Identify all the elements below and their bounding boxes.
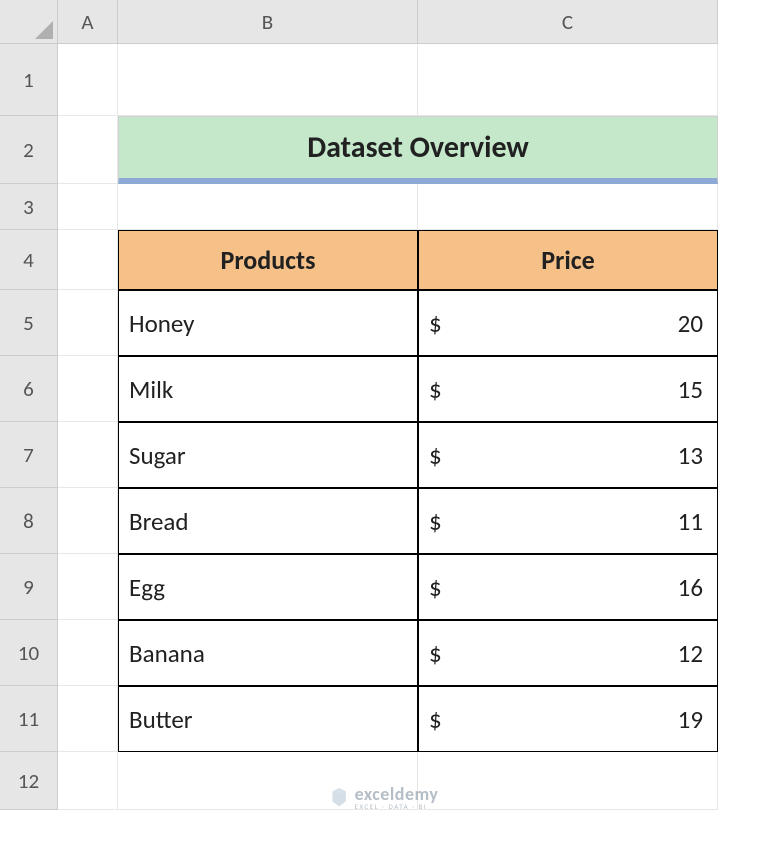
product-cell[interactable]: Butter xyxy=(118,686,418,752)
cell-b1[interactable] xyxy=(118,44,418,116)
select-all-triangle-icon xyxy=(35,21,53,39)
product-cell[interactable]: Egg xyxy=(118,554,418,620)
select-all-corner[interactable] xyxy=(0,0,58,44)
cell-a11[interactable] xyxy=(58,686,118,752)
price-header[interactable]: Price xyxy=(418,230,718,290)
watermark-text: exceldemy EXCEL · DATA · BI xyxy=(355,785,439,810)
cell-b3[interactable] xyxy=(118,184,418,230)
row-header-5[interactable]: 5 xyxy=(0,290,58,356)
row-header-9[interactable]: 9 xyxy=(0,554,58,620)
price-value: 19 xyxy=(678,704,703,735)
products-header[interactable]: Products xyxy=(118,230,418,290)
cell-a1[interactable] xyxy=(58,44,118,116)
cell-c12[interactable] xyxy=(418,752,718,810)
row-header-12[interactable]: 12 xyxy=(0,752,58,810)
price-cell[interactable]: $ 19 xyxy=(418,686,718,752)
watermark: exceldemy EXCEL · DATA · BI xyxy=(329,785,439,810)
exceldemy-logo-icon xyxy=(329,788,349,808)
price-cell[interactable]: $ 12 xyxy=(418,620,718,686)
price-cell[interactable]: $ 16 xyxy=(418,554,718,620)
cell-a12[interactable] xyxy=(58,752,118,810)
price-cell[interactable]: $ 11 xyxy=(418,488,718,554)
row-header-3[interactable]: 3 xyxy=(0,184,58,230)
col-header-c[interactable]: C xyxy=(418,0,718,44)
row-header-10[interactable]: 10 xyxy=(0,620,58,686)
col-header-a[interactable]: A xyxy=(58,0,118,44)
currency-symbol: $ xyxy=(429,374,442,405)
row-header-6[interactable]: 6 xyxy=(0,356,58,422)
product-cell[interactable]: Milk xyxy=(118,356,418,422)
currency-symbol: $ xyxy=(429,704,442,735)
cell-a7[interactable] xyxy=(58,422,118,488)
cell-a2[interactable] xyxy=(58,116,118,184)
currency-symbol: $ xyxy=(429,572,442,603)
currency-symbol: $ xyxy=(429,638,442,669)
price-cell[interactable]: $ 20 xyxy=(418,290,718,356)
price-cell[interactable]: $ 15 xyxy=(418,356,718,422)
row-header-2[interactable]: 2 xyxy=(0,116,58,184)
cell-a8[interactable] xyxy=(58,488,118,554)
row-header-11[interactable]: 11 xyxy=(0,686,58,752)
price-cell[interactable]: $ 13 xyxy=(418,422,718,488)
price-value: 16 xyxy=(678,572,703,603)
cell-c3[interactable] xyxy=(418,184,718,230)
cell-a5[interactable] xyxy=(58,290,118,356)
col-header-b[interactable]: B xyxy=(118,0,418,44)
dataset-title[interactable]: Dataset Overview xyxy=(118,116,718,184)
watermark-sub: EXCEL · DATA · BI xyxy=(355,803,439,810)
price-value: 15 xyxy=(678,374,703,405)
row-header-8[interactable]: 8 xyxy=(0,488,58,554)
row-header-1[interactable]: 1 xyxy=(0,44,58,116)
product-cell[interactable]: Banana xyxy=(118,620,418,686)
cell-a10[interactable] xyxy=(58,620,118,686)
cell-a4[interactable] xyxy=(58,230,118,290)
price-value: 11 xyxy=(678,506,703,537)
row-header-4[interactable]: 4 xyxy=(0,230,58,290)
product-cell[interactable]: Bread xyxy=(118,488,418,554)
cell-a6[interactable] xyxy=(58,356,118,422)
product-cell[interactable]: Honey xyxy=(118,290,418,356)
cell-a9[interactable] xyxy=(58,554,118,620)
spreadsheet-grid: A B C 1 2 Dataset Overview 3 4 Products … xyxy=(0,0,767,810)
currency-symbol: $ xyxy=(429,308,442,339)
price-value: 13 xyxy=(678,440,703,471)
price-value: 20 xyxy=(678,308,703,339)
price-value: 12 xyxy=(678,638,703,669)
watermark-main: exceldemy xyxy=(355,785,439,803)
product-cell[interactable]: Sugar xyxy=(118,422,418,488)
currency-symbol: $ xyxy=(429,506,442,537)
cell-c1[interactable] xyxy=(418,44,718,116)
row-header-7[interactable]: 7 xyxy=(0,422,58,488)
currency-symbol: $ xyxy=(429,440,442,471)
cell-a3[interactable] xyxy=(58,184,118,230)
